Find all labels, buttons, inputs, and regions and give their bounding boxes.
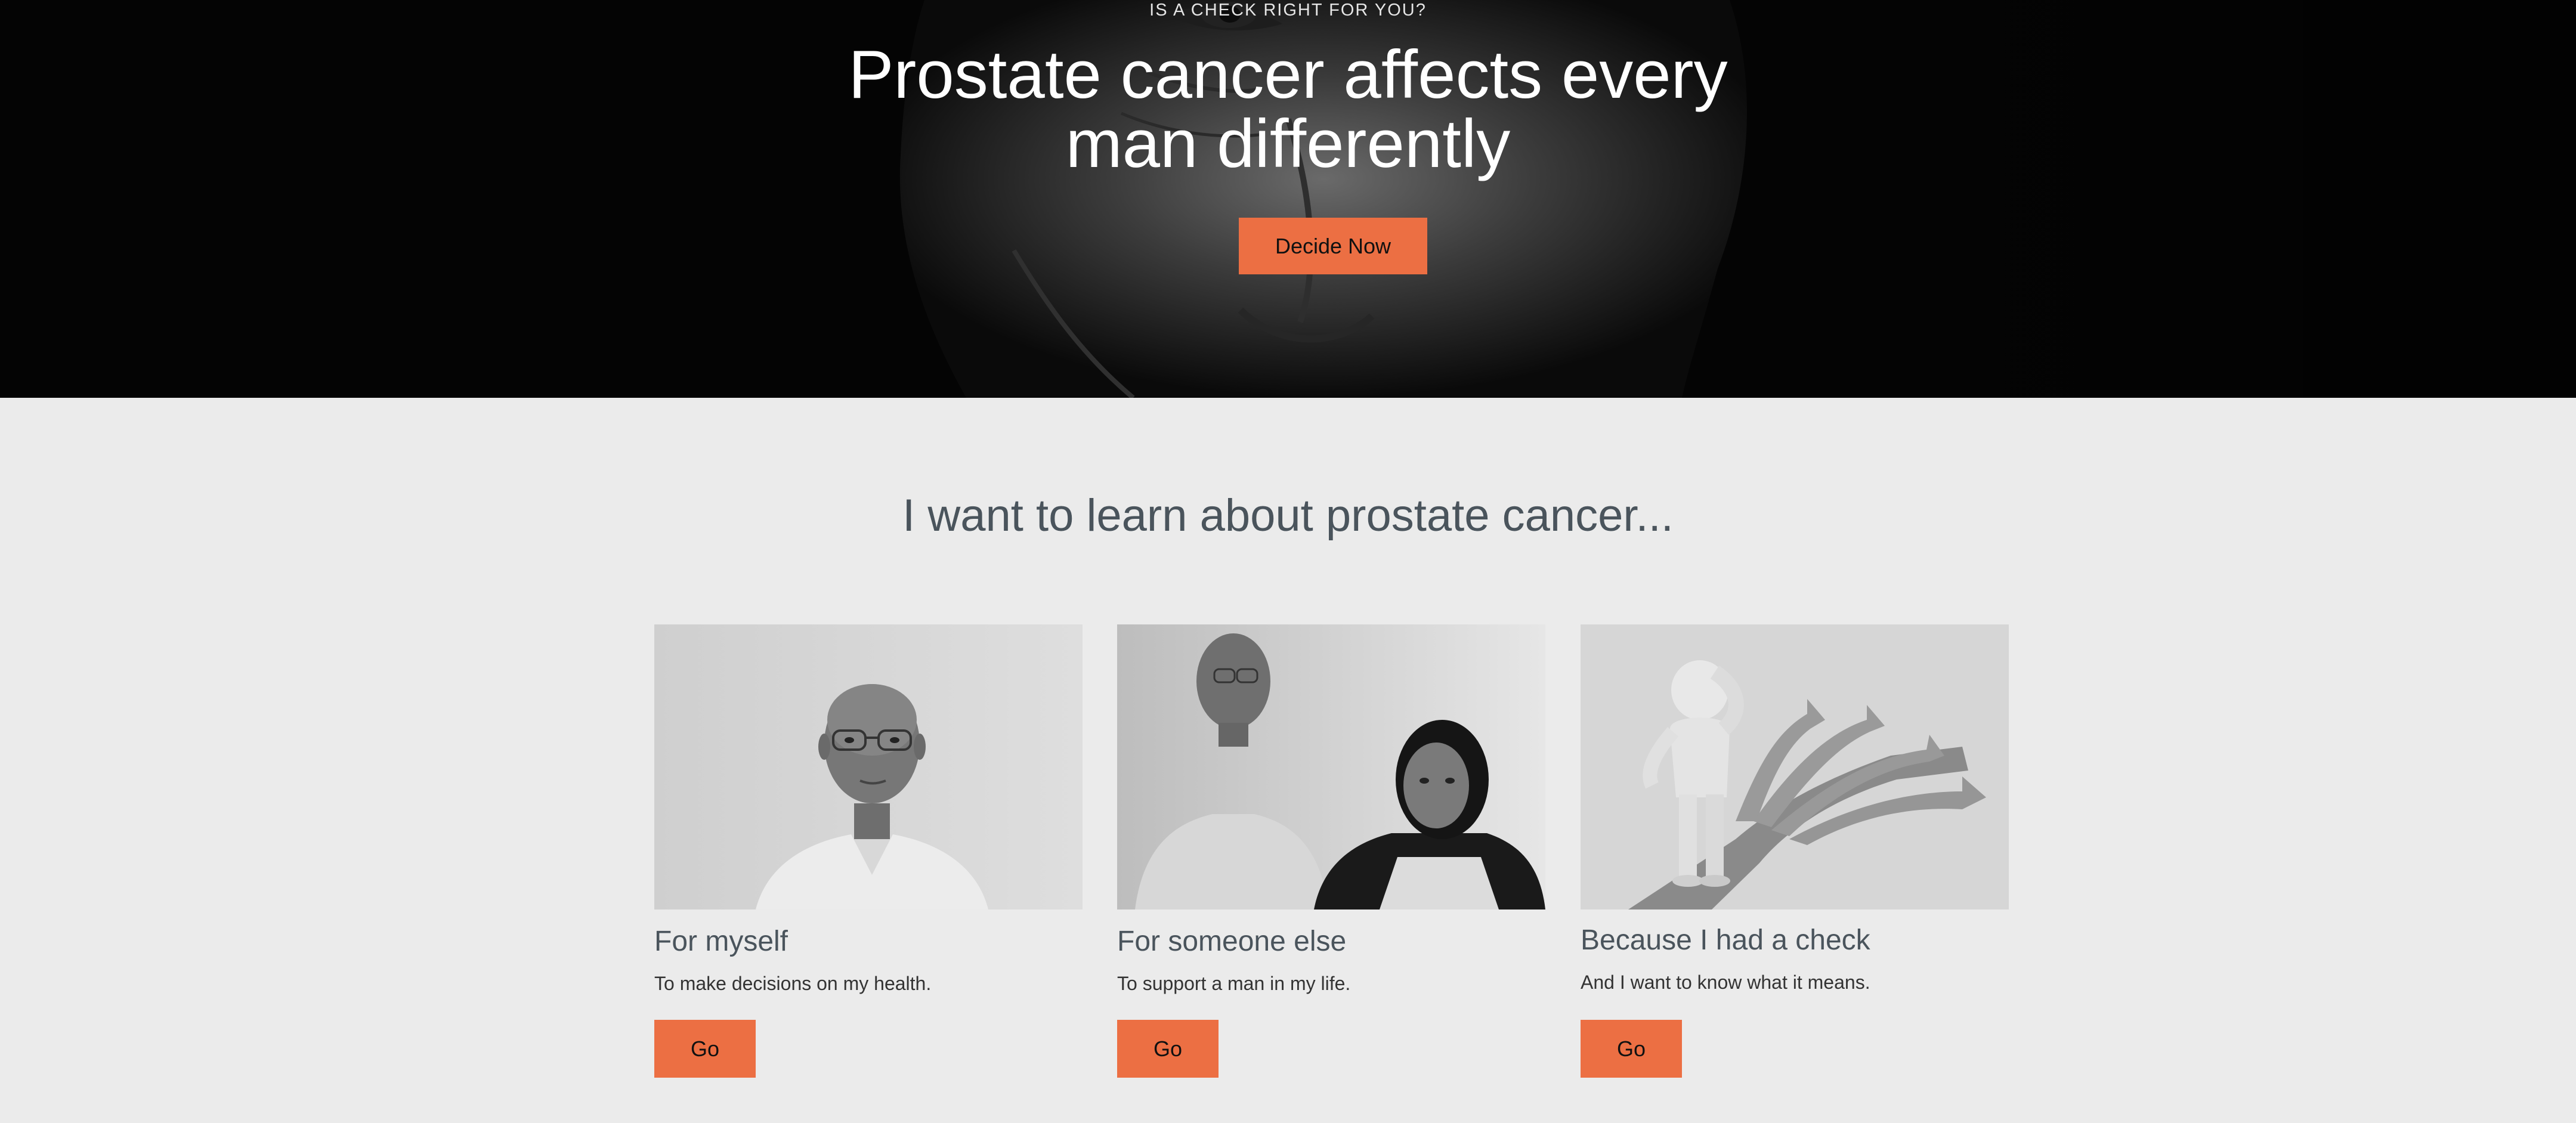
card-description: And I want to know what it means. [1581,972,1870,993]
card-photo-man-and-woman [1117,624,1545,909]
hero-banner: IS A CHECK RIGHT FOR YOU? Prostate cance… [0,0,2576,398]
hero-content: IS A CHECK RIGHT FOR YOU? Prostate cance… [0,0,2576,398]
go-button[interactable]: Go [1117,1020,1219,1078]
hero-eyebrow: IS A CHECK RIGHT FOR YOU? [1149,1,1427,20]
card-description: To make decisions on my health. [654,973,932,994]
card-illustration-figure-at-crossroads [1581,624,2009,909]
learn-section-heading: I want to learn about prostate cancer... [902,490,1674,541]
card-title: For someone else [1117,926,1347,957]
decide-now-button[interactable]: Decide Now [1239,218,1427,274]
go-button[interactable]: Go [1581,1020,1682,1078]
go-button[interactable]: Go [654,1020,756,1078]
hero-title: Prostate cancer affects every man differ… [848,37,1728,182]
card-description: To support a man in my life. [1117,973,1351,994]
card-title: For myself [654,926,788,957]
card-title: Because I had a check [1581,924,1870,956]
card-photo-man-portrait [654,624,1083,909]
